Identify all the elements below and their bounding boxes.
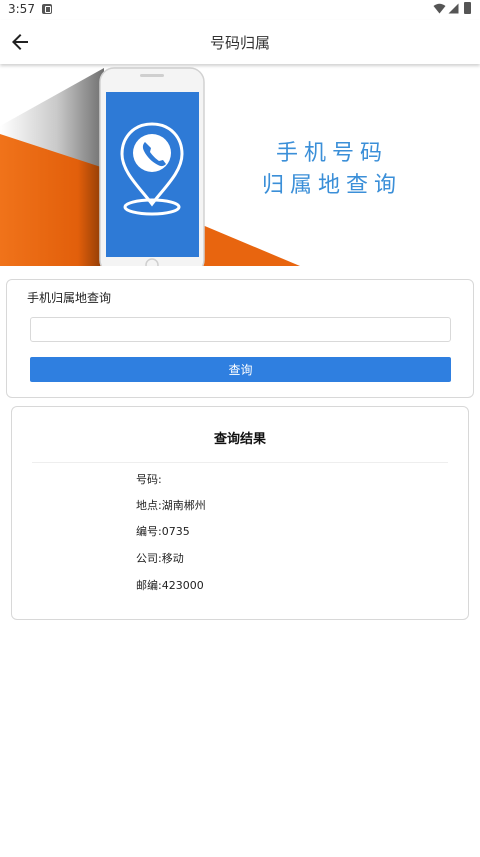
status-bar: 3:57 [0,0,480,20]
result-card: 查询结果 号码: 地点:湖南郴州 编号:0735 公司:移动 邮编:423000 [11,406,469,620]
result-postcode: 邮编:423000 [136,579,204,592]
result-title: 查询结果 [213,432,266,447]
banner-title-line2: 归属地查询 [261,173,402,198]
result-area-code: 编号:0735 [136,525,190,538]
query-button[interactable]: 查询 [30,357,451,382]
result-location: 地点:湖南郴州 [136,499,206,512]
divider [32,462,448,463]
notification-icon [42,4,52,14]
app-bar: 号码归属 [0,20,480,64]
query-card: 手机归属地查询 查询 [6,279,474,398]
battery-icon [464,2,471,14]
result-carrier: 公司:移动 [136,552,184,565]
signal-icon [448,3,459,14]
banner-title-line1: 手机号码 [275,141,388,166]
query-label: 手机归属地查询 [27,291,112,305]
wifi-icon [433,3,446,14]
phone-number-input[interactable] [30,317,451,342]
banner-image: 手机号码 归属地查询 [0,64,480,266]
page-title: 号码归属 [209,34,270,52]
status-time: 3:57 [8,2,35,16]
result-number: 号码: [136,473,162,486]
